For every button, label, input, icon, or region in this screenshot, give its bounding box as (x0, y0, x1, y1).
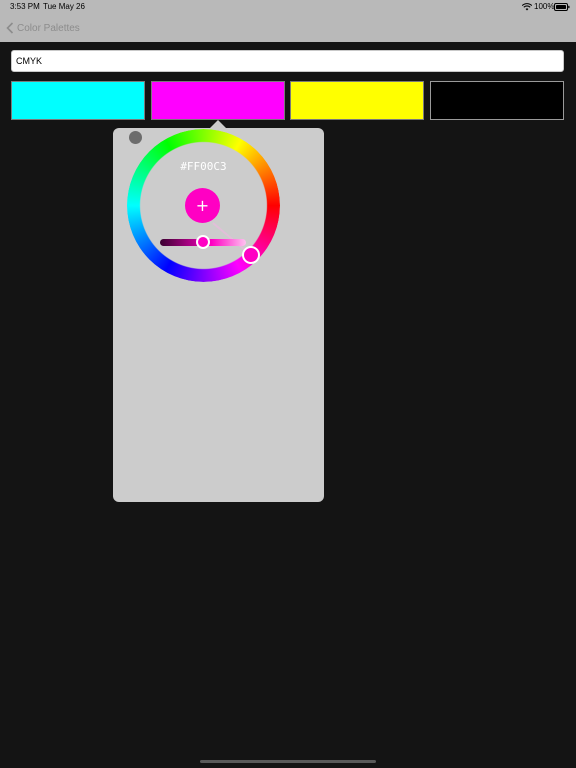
back-button[interactable]: Color Palettes (6, 20, 80, 36)
status-bar: 3:53 PM Tue May 26 100% (0, 0, 576, 14)
back-button-label: Color Palettes (17, 22, 80, 34)
chevron-left-icon (6, 22, 14, 34)
status-date: Tue May 26 (43, 2, 85, 11)
brightness-slider-thumb[interactable] (196, 235, 210, 249)
color-wheel: #FF00C3 + (127, 129, 280, 282)
swatch-black[interactable] (430, 81, 564, 120)
wifi-icon (522, 3, 532, 11)
palette-name-field[interactable] (11, 50, 564, 72)
battery-full-icon (554, 3, 570, 11)
swatch-magenta[interactable] (151, 81, 285, 120)
home-indicator (200, 760, 376, 763)
hex-value-label: #FF00C3 (180, 160, 227, 173)
battery-percentage: 100% (534, 2, 555, 11)
swatch-yellow[interactable] (290, 81, 424, 120)
navigation-header: 3:53 PM Tue May 26 100% Color Palettes (0, 0, 576, 42)
hue-ring-thumb[interactable] (242, 246, 260, 264)
status-time: 3:53 PM (10, 2, 40, 11)
swatch-cyan[interactable] (11, 81, 145, 120)
popover-arrow (210, 120, 226, 128)
add-color-button[interactable]: + (185, 188, 220, 223)
